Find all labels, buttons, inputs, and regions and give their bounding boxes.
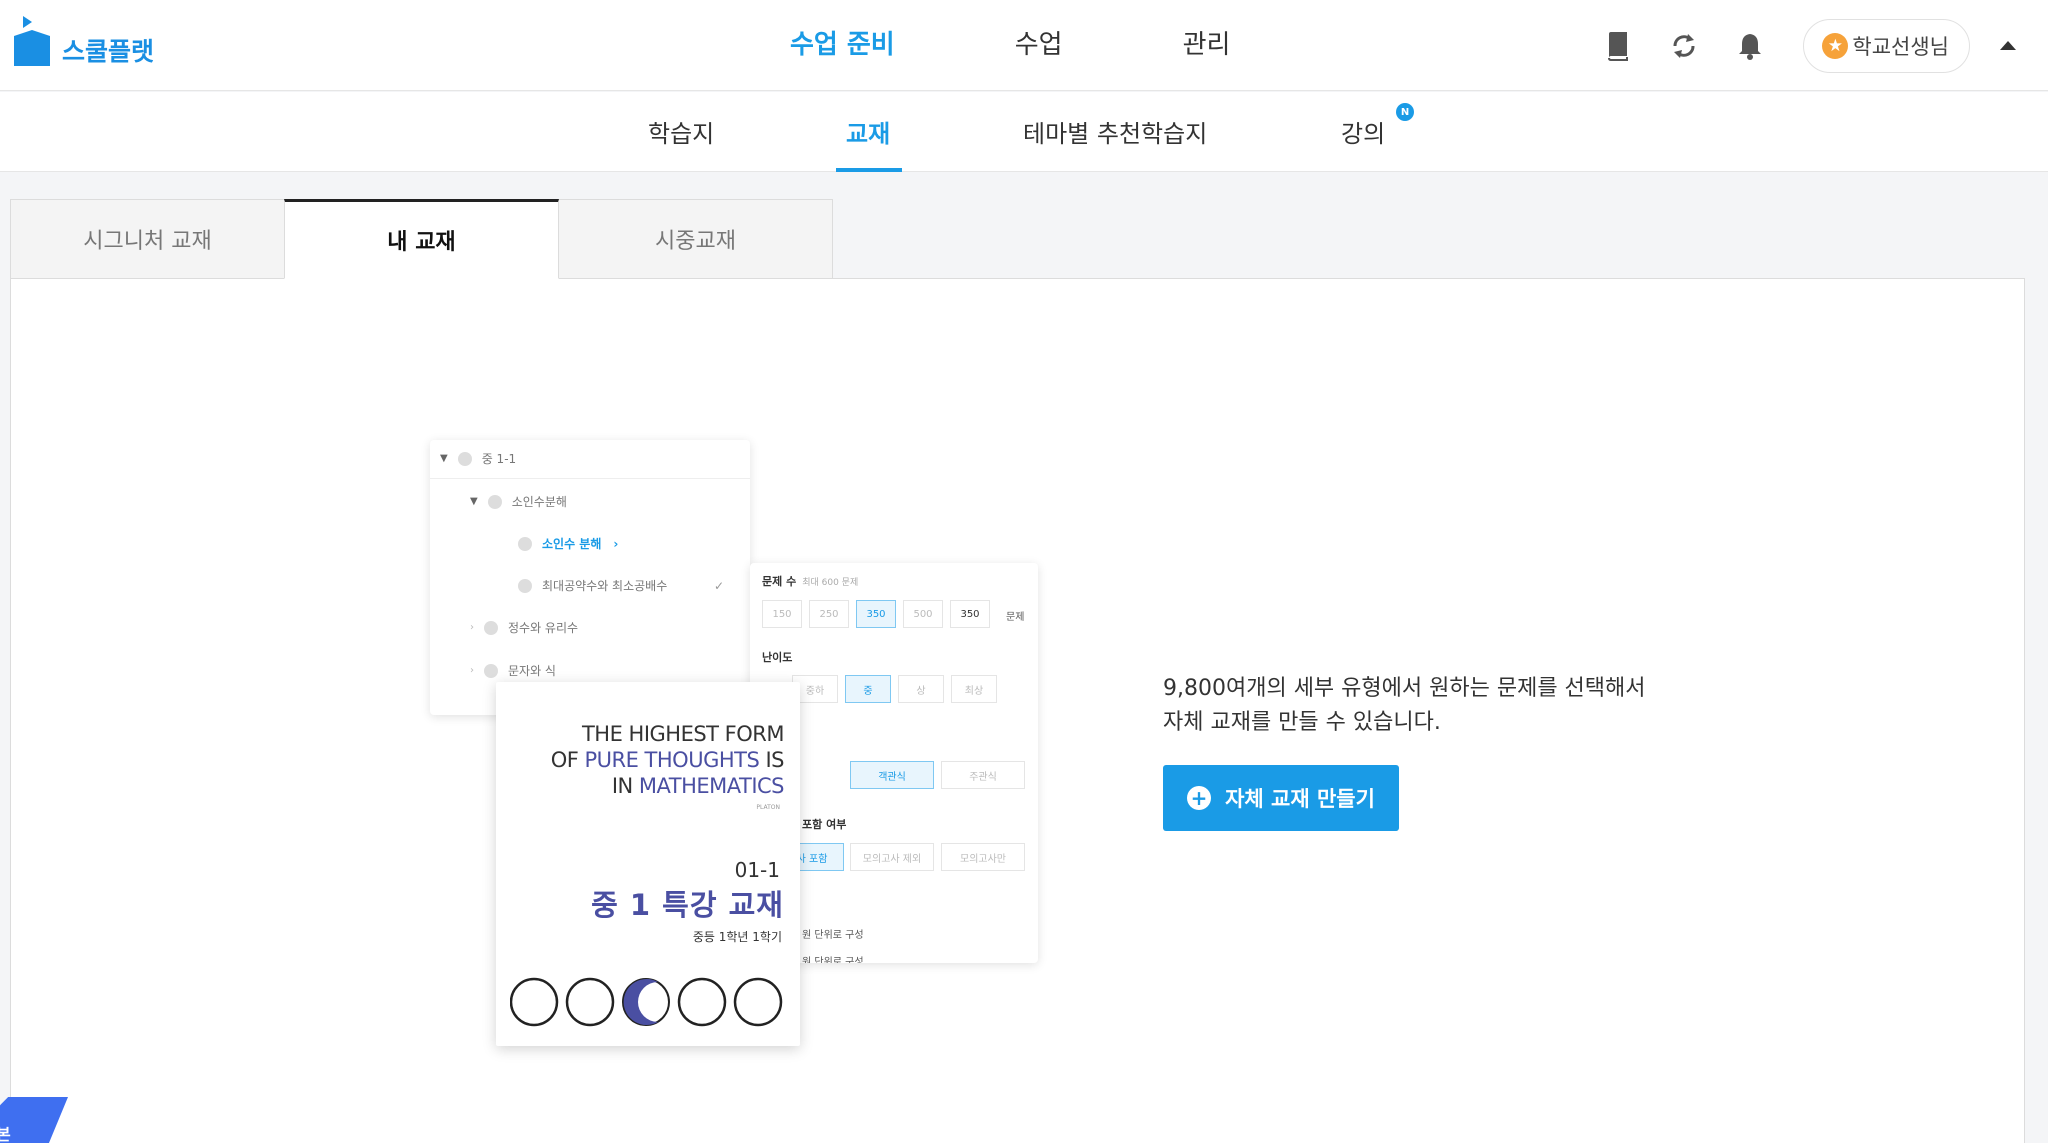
count-value: 350 (950, 600, 990, 628)
expand-icon: ▼ (440, 453, 448, 464)
tab-my-textbook[interactable]: 내 교재 (284, 199, 559, 279)
circle-icon (487, 494, 502, 509)
collapse-caret-icon[interactable] (2000, 41, 2016, 50)
count-unit: 문제 (1006, 612, 1025, 623)
profile-name: 학교선생님 (1852, 34, 1949, 59)
type-option: 객관식 (850, 761, 934, 789)
tree-item: › 문자와 식 (470, 663, 556, 678)
create-textbook-button[interactable]: + 자체 교재 만들기 (1163, 765, 1399, 831)
nav-lesson[interactable]: 수업 (1015, 24, 1063, 61)
collapse-icon: › (470, 665, 474, 676)
count-option: 150 (762, 600, 802, 628)
description-line1: 9,800여개의 세부 유형에서 원하는 문제를 선택해서 (1163, 676, 1646, 701)
create-textbook-label: 자체 교재 만들기 (1225, 787, 1375, 811)
expand-icon: ▼ (470, 496, 478, 507)
new-badge: N (1396, 103, 1414, 121)
subnav-theme-worksheet[interactable]: 테마별 추천학습지 (1023, 114, 1207, 149)
active-tab-underline (836, 168, 902, 172)
setting-note: 원 단위로 구성 (802, 957, 864, 963)
book-quote-line3: IN MATHEMATICS (611, 774, 785, 798)
chevron-right-icon: › (613, 536, 619, 551)
book-grade: 중등 1학년 1학기 (692, 930, 782, 944)
count-option: 250 (809, 600, 849, 628)
book-quote-author: PLATON (756, 804, 780, 811)
tab-market[interactable]: 시중교재 (558, 199, 833, 279)
header-right: ★ 학교선생님 (1585, 0, 2048, 91)
circle-icon (518, 536, 532, 551)
tree-item: › 정수와 유리수 (470, 620, 579, 635)
top-header: 스쿨플랫 수업 준비 수업 관리 ★ 학교선생님 (0, 0, 2048, 91)
book-quote-line1: THE HIGHEST FORM (581, 722, 785, 746)
sub-nav: 학습지 교재 테마별 추천학습지 강의 N (0, 92, 2048, 172)
logo-text: 스쿨플랫 (62, 37, 155, 66)
count-label: 문제 수 최대 600 문제 (762, 575, 859, 588)
mock-label: 포함 여부 (802, 818, 847, 831)
bell-icon[interactable] (1717, 13, 1783, 79)
difficulty-label: 난이도 (762, 651, 793, 664)
difficulty-option: 최상 (951, 675, 997, 703)
setting-note: 원 단위로 구성 (802, 930, 864, 941)
moon-phase-icon (510, 977, 783, 1027)
mock-option: 모의고사 제외 (850, 843, 934, 871)
difficulty-option: 상 (898, 675, 944, 703)
mock-option: 모의고사만 (941, 843, 1025, 871)
book-code: 01-1 (734, 858, 780, 882)
book-icon[interactable] (1585, 13, 1651, 79)
book-title: 중 1 특강 교재 (591, 888, 784, 922)
subnav-worksheet[interactable]: 학습지 (648, 114, 714, 149)
tree-root: ▼ 중 1-1 (440, 451, 517, 466)
plus-circle-icon: + (1187, 786, 1212, 810)
description: 9,800여개의 세부 유형에서 원하는 문제를 선택해서 자체 교재를 만들 … (1163, 672, 1646, 740)
circle-icon (484, 663, 498, 678)
circle-icon (457, 451, 472, 466)
circle-icon (518, 578, 532, 593)
tree-chapter: ▼ 소인수분해 (470, 494, 567, 509)
profile-button[interactable]: ★ 학교선생님 (1803, 18, 1970, 73)
logo[interactable]: 스쿨플랫 (10, 14, 154, 70)
collapse-icon: › (470, 622, 474, 633)
circle-icon (484, 620, 498, 635)
illustration-tree-card: ▼ 중 1-1 ▼ 소인수분해 소인수 분해 › 최대공약수와 최소공배수 ✓ › 정수와… (430, 440, 750, 715)
illustration-book-cover: THE HIGHEST FORM OF PURE THOUGHTS IS IN … (496, 682, 800, 1046)
corner-badge-text: 본 (0, 1125, 11, 1143)
check-icon: ✓ (714, 578, 725, 593)
count-option: 500 (903, 600, 943, 628)
textbook-tabs: 시그니처 교재 내 교재 시중교재 (10, 199, 833, 279)
main-nav: 수업 준비 수업 관리 (790, 24, 1350, 61)
book-quote-line2: OF PURE THOUGHTS IS (550, 748, 785, 772)
type-option: 주관식 (941, 761, 1025, 789)
subnav-lecture[interactable]: 강의 (1341, 114, 1385, 149)
count-option: 350 (856, 600, 896, 628)
description-line2: 자체 교재를 만들 수 있습니다. (1163, 710, 1441, 735)
star-icon: ★ (1822, 32, 1849, 59)
subnav-textbook[interactable]: 교재 (846, 114, 890, 149)
refresh-icon[interactable] (1651, 13, 1717, 79)
tree-item: 최대공약수와 최소공배수 ✓ (518, 577, 724, 594)
divider (430, 478, 750, 479)
nav-manage[interactable]: 관리 (1183, 24, 1231, 61)
tree-selected-item: 소인수 분해 › (518, 535, 618, 552)
difficulty-option: 중 (845, 675, 891, 703)
logo-icon (10, 14, 54, 70)
nav-lesson-prep[interactable]: 수업 준비 (790, 24, 895, 61)
tab-signature[interactable]: 시그니처 교재 (10, 199, 285, 279)
